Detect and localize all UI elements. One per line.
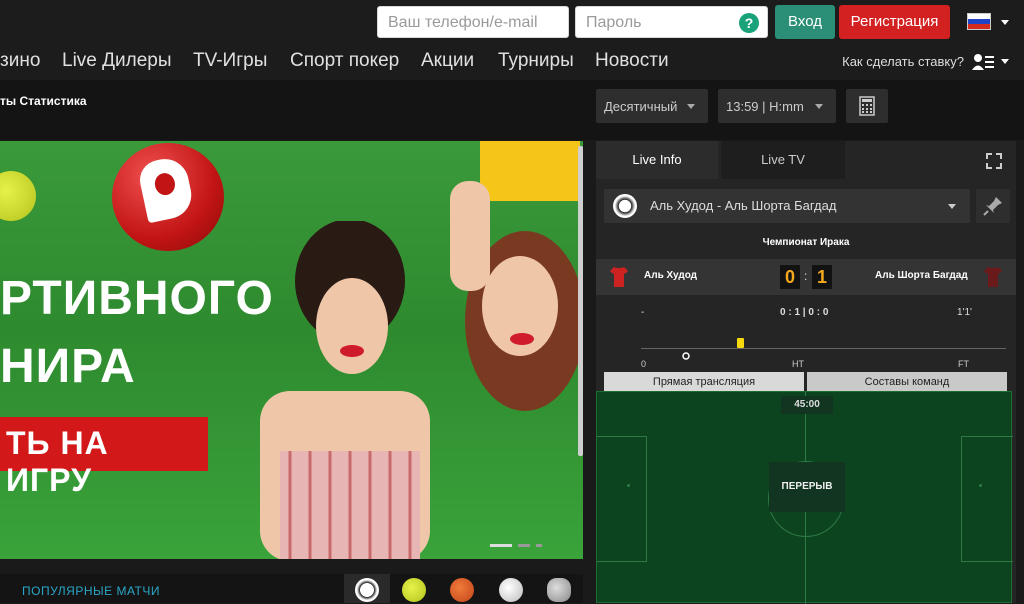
odds-format-select[interactable]: Десятичный (596, 89, 708, 123)
password-input[interactable]: Пароль ? (575, 6, 768, 38)
banner-pagination[interactable] (490, 534, 548, 552)
home-score: 0 (780, 265, 800, 289)
help-icon[interactable]: ? (739, 13, 759, 33)
model-image-left (260, 221, 430, 559)
hockey-puck-icon[interactable] (547, 578, 571, 602)
home-shirt-icon (610, 267, 628, 287)
tennis-ball-icon[interactable] (402, 578, 426, 602)
login-button[interactable]: Вход (775, 5, 835, 39)
register-button[interactable]: Регистрация (839, 5, 950, 39)
sub-bar: ты Статистика Десятичный 13:59 | H:mm (0, 80, 1024, 140)
match-clock: 45:00 (781, 396, 833, 414)
soccer-ball-icon[interactable] (355, 578, 379, 602)
nav-item-casino[interactable]: зино (0, 50, 40, 72)
nav-item-news[interactable]: Новости (595, 50, 669, 72)
basketball-icon[interactable] (450, 578, 474, 602)
fullscreen-icon[interactable] (986, 153, 1002, 169)
odds-format-value: Десятичный (604, 99, 678, 114)
pitch-visualization: 45:00 ПЕРЕРЫВ (596, 391, 1013, 604)
banner-headline-line2: НИРА (0, 340, 136, 393)
tab-live-tv[interactable]: Live TV (721, 141, 845, 179)
match-select[interactable]: Аль Худод - Аль Шорта Багдад (604, 189, 970, 223)
tab-lineups[interactable]: Составы команд (807, 372, 1007, 392)
timeline-ht-label: HT (792, 359, 804, 369)
russia-flag-icon[interactable] (967, 13, 991, 30)
time-format-value: 13:59 | H:mm (726, 99, 804, 114)
banner-headline-line1: РТИВНОГО (0, 272, 274, 325)
live-info-panel: Live Info Live TV Аль Худод - Аль Шорта … (596, 141, 1016, 604)
how-to-bet-link[interactable]: Как сделать ставку? (842, 54, 964, 69)
soccer-ball-icon (613, 194, 637, 218)
right-penalty-spot (979, 484, 982, 487)
score-separator: : (804, 269, 808, 283)
stat-left: - (641, 307, 645, 318)
brand-ball-logo (112, 143, 224, 251)
match-status: ПЕРЕРЫВ (769, 462, 845, 512)
main-nav: зино Live Дилеры TV-Игры Спорт покер Акц… (0, 44, 1024, 80)
scoreboard: Аль Худод 0 : 1 Аль Шорта Багдад (596, 259, 1016, 295)
tab-live-stream[interactable]: Прямая трансляция (604, 372, 804, 392)
tennis-ball-image (0, 171, 36, 221)
chevron-down-icon (948, 204, 956, 209)
bet-slip-icon[interactable] (972, 53, 994, 71)
pin-icon (983, 197, 1002, 216)
right-penalty-box (961, 436, 1013, 562)
popular-matches-label[interactable]: ПОПУЛЯРНЫЕ МАТЧИ (22, 584, 160, 598)
phone-email-input[interactable]: Ваш телефон/e-mail (377, 6, 569, 38)
nav-item-live-dealers[interactable]: Live Дилеры (62, 50, 172, 72)
banner-cta-button[interactable]: ТЬ НА ИГРУ (0, 417, 208, 498)
match-select-value: Аль Худод - Аль Шорта Багдад (650, 198, 837, 213)
chevron-down-icon (815, 104, 823, 109)
language-dropdown-icon[interactable] (1001, 20, 1009, 25)
top-bar: Ваш телефон/e-mail Пароль ? Вход Регистр… (0, 0, 1024, 44)
tab-live-info[interactable]: Live Info (596, 141, 718, 179)
nav-item-tournaments[interactable]: Турниры (498, 50, 574, 72)
substitution-icon (682, 352, 690, 360)
away-score: 1 (812, 265, 832, 289)
timeline-start-label: 0 (641, 359, 647, 369)
league-title: Чемпионат Ирака (762, 237, 850, 248)
time-format-select[interactable]: 13:59 | H:mm (718, 89, 836, 123)
nav-item-promotions[interactable]: Акции (421, 50, 474, 72)
promo-banner[interactable]: РТИВНОГО НИРА ТЬ НА ИГРУ (0, 141, 583, 559)
pin-button[interactable] (976, 189, 1010, 223)
breadcrumb[interactable]: ты Статистика (0, 94, 87, 108)
volleyball-icon[interactable] (499, 578, 523, 602)
banner-scrollbar[interactable] (578, 146, 583, 456)
away-shirt-icon (984, 267, 1002, 287)
password-placeholder: Пароль (586, 14, 642, 31)
stat-right: 1'1' (957, 307, 972, 318)
left-penalty-spot (627, 484, 630, 487)
nav-item-sport-poker[interactable]: Спорт покер (290, 50, 399, 72)
timeline-ft-label: FT (958, 359, 969, 369)
match-timeline (641, 348, 1006, 349)
calculator-button[interactable] (846, 89, 888, 123)
left-penalty-box (597, 436, 647, 562)
how-to-dropdown-icon[interactable] (1001, 59, 1009, 64)
model-image-right (450, 141, 580, 411)
chevron-down-icon (687, 104, 695, 109)
nav-item-tv-games[interactable]: TV-Игры (193, 50, 267, 72)
yellow-card-icon (737, 338, 744, 348)
home-team-name: Аль Худод (644, 270, 698, 281)
calculator-icon (859, 96, 875, 116)
away-team-name: Аль Шорта Багдад (875, 270, 968, 281)
popular-matches-bar: ПОПУЛЯРНЫЕ МАТЧИ (0, 574, 583, 603)
half-scores: 0 : 1 | 0 : 0 (780, 307, 829, 318)
